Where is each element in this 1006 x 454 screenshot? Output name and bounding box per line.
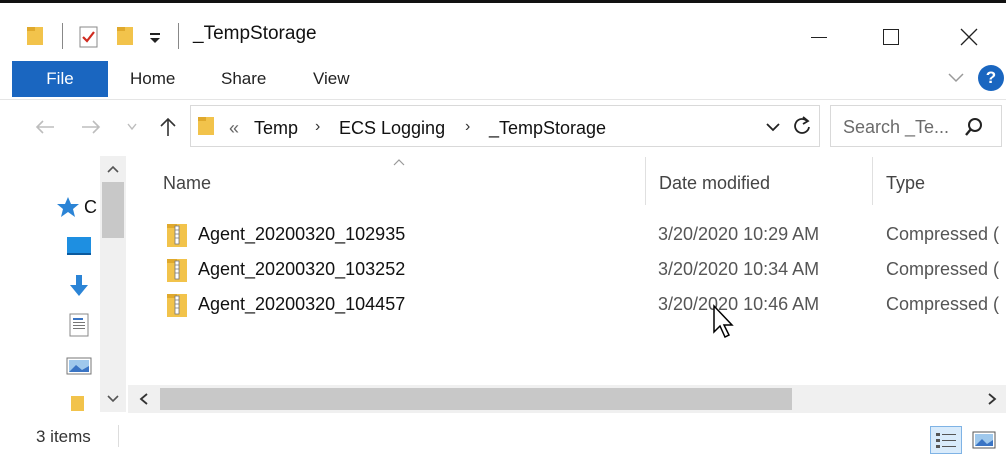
zip-folder-icon	[167, 294, 187, 317]
column-separator[interactable]	[645, 157, 646, 205]
nav-scroll-thumb[interactable]	[102, 182, 124, 238]
breadcrumb-temp[interactable]: Temp	[254, 118, 298, 139]
tab-file[interactable]: File	[12, 61, 108, 97]
scroll-down-icon[interactable]	[106, 394, 120, 404]
maximize-button[interactable]	[868, 17, 914, 57]
customize-quick-access-icon[interactable]	[148, 31, 162, 45]
details-view-icon	[936, 433, 956, 448]
folder-icon	[198, 117, 214, 135]
title-bar: _TempStorage	[0, 0, 1006, 57]
file-date-modified: 3/20/2020 10:29 AM	[658, 224, 820, 244]
column-header-name[interactable]: Name	[163, 173, 211, 194]
address-dropdown-icon[interactable]	[765, 121, 781, 133]
file-row[interactable]: Agent_20200320_102935 3/20/2020 10:29 AM…	[160, 218, 1006, 252]
scroll-left-icon[interactable]	[138, 392, 150, 406]
breadcrumb-tempstorage[interactable]: _TempStorage	[489, 118, 606, 139]
minimize-button[interactable]	[796, 17, 842, 57]
column-header-date-modified[interactable]: Date modified	[659, 173, 770, 194]
navigation-pane: C	[0, 156, 128, 412]
zip-folder-icon	[167, 224, 187, 247]
address-bar[interactable]: « Temp › ECS Logging › _TempStorage	[190, 105, 820, 147]
breadcrumb-overflow[interactable]: «	[229, 118, 239, 139]
breadcrumb-separator[interactable]: ›	[465, 118, 470, 136]
file-name: Agent_20200320_102935	[198, 224, 406, 244]
tab-home[interactable]: Home	[130, 69, 175, 89]
file-date-modified: 3/20/2020 10:34 AM	[658, 259, 820, 279]
new-folder-icon[interactable]	[116, 25, 136, 47]
file-type: Compressed (	[886, 259, 1000, 279]
file-name: Agent_20200320_103252	[198, 259, 406, 279]
search-icon[interactable]	[963, 116, 985, 138]
tab-view[interactable]: View	[313, 69, 350, 89]
column-header-type[interactable]: Type	[886, 173, 925, 194]
maximize-icon	[883, 29, 899, 45]
item-count: 3 items	[36, 427, 91, 446]
breadcrumb-ecs-logging[interactable]: ECS Logging	[339, 118, 445, 139]
search-input[interactable]: Search _Te...	[830, 105, 1002, 147]
status-bar: 3 items	[0, 413, 1006, 454]
mouse-cursor-icon	[713, 304, 734, 339]
large-icons-view-icon	[972, 431, 996, 449]
zip-folder-icon	[167, 259, 187, 282]
horizontal-scrollbar[interactable]	[128, 385, 1006, 413]
breadcrumb-separator[interactable]: ›	[315, 118, 320, 136]
horizontal-scroll-thumb[interactable]	[160, 388, 792, 410]
forward-arrow-icon[interactable]	[80, 118, 102, 136]
address-row: « Temp › ECS Logging › _TempStorage Sear…	[0, 100, 1006, 156]
file-row[interactable]: Agent_20200320_103252 3/20/2020 10:34 AM…	[160, 253, 1006, 287]
large-icons-view-button[interactable]	[968, 426, 1000, 454]
file-date-modified: 3/20/2020 10:46 AM	[658, 294, 820, 314]
folder-icon	[27, 27, 43, 45]
close-icon	[960, 28, 978, 46]
file-type: Compressed (	[886, 294, 1000, 314]
help-button[interactable]: ?	[978, 65, 1004, 91]
properties-icon[interactable]	[78, 25, 100, 49]
close-button[interactable]	[946, 17, 992, 57]
column-separator[interactable]	[872, 157, 873, 205]
scroll-right-icon[interactable]	[986, 392, 998, 406]
status-separator	[118, 425, 119, 447]
file-type: Compressed (	[886, 224, 1000, 244]
refresh-icon[interactable]	[791, 115, 813, 137]
tab-share[interactable]: Share	[221, 69, 266, 89]
downloads-icon[interactable]	[68, 274, 90, 298]
pictures-icon[interactable]	[66, 356, 92, 376]
title-separator	[178, 23, 179, 49]
file-name: Agent_20200320_104457	[198, 294, 406, 314]
title-separator	[62, 23, 63, 49]
recent-locations-icon[interactable]	[126, 122, 138, 132]
ribbon-tabs: File Home Share View ?	[0, 57, 1006, 100]
expand-ribbon-icon[interactable]	[946, 71, 966, 85]
search-placeholder: Search _Te...	[843, 117, 950, 137]
details-view-button[interactable]	[930, 426, 962, 454]
folder-icon[interactable]	[70, 394, 86, 412]
title-bar-top-border	[0, 0, 662, 3]
nav-scrollbar[interactable]	[100, 156, 126, 412]
quick-access-label[interactable]: C	[84, 197, 97, 218]
desktop-icon[interactable]	[66, 236, 92, 256]
back-arrow-icon[interactable]	[34, 118, 56, 136]
up-arrow-icon[interactable]	[158, 116, 178, 138]
sort-ascending-icon	[393, 159, 405, 166]
documents-icon[interactable]	[68, 312, 90, 338]
file-row[interactable]: Agent_20200320_104457 3/20/2020 10:46 AM…	[160, 288, 1006, 322]
scroll-up-icon[interactable]	[106, 164, 120, 174]
window-title: _TempStorage	[193, 23, 317, 44]
minimize-icon	[811, 37, 827, 38]
quick-access-star-icon[interactable]	[56, 196, 80, 218]
